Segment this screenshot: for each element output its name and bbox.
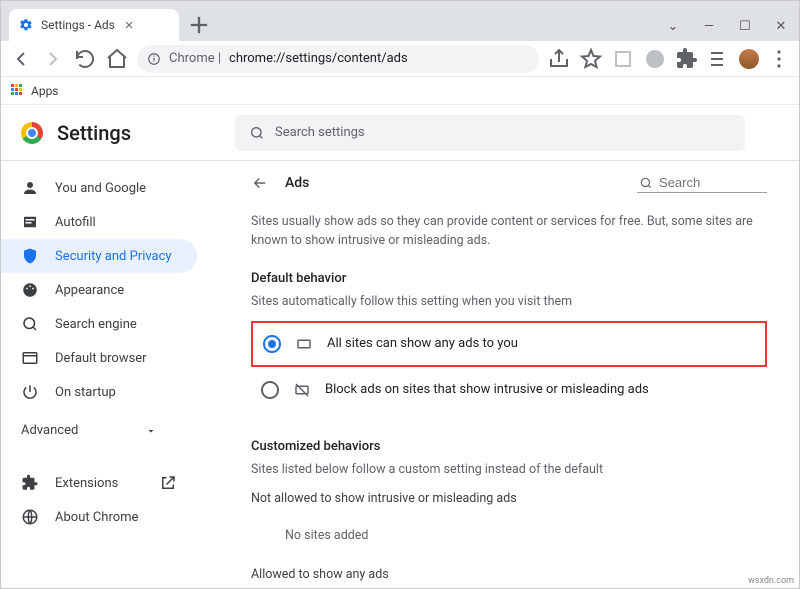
sidebar-item-label: Security and Privacy xyxy=(55,249,172,264)
close-tab-icon[interactable] xyxy=(123,19,135,31)
sidebar-item-search-engine[interactable]: Search engine xyxy=(1,307,197,341)
sidebar-item-about[interactable]: About Chrome xyxy=(1,500,197,534)
home-button[interactable] xyxy=(105,47,129,71)
site-info-icon[interactable] xyxy=(147,52,161,66)
content-header: Ads xyxy=(251,173,767,193)
radio-allow-label: All sites can show any ads to you xyxy=(327,336,518,351)
content-back-button[interactable] xyxy=(251,174,269,192)
sidebar: You and Google Autofill Security and Pri… xyxy=(1,161,219,588)
browser-icon xyxy=(21,349,39,367)
palette-icon xyxy=(21,281,39,299)
highlight-box: All sites can show any ads to you xyxy=(251,321,767,367)
extensions-icon[interactable] xyxy=(675,47,699,71)
default-behavior-subtext: Sites automatically follow this setting … xyxy=(251,294,767,309)
minimize-button[interactable]: — xyxy=(691,19,727,34)
sidebar-item-you-and-google[interactable]: You and Google xyxy=(1,171,197,205)
chevron-down-icon xyxy=(145,425,157,437)
window-controls: ⌄ — ☐ ✕ xyxy=(655,11,799,41)
no-sites-text: No sites added xyxy=(251,518,767,553)
titlebar: Settings - Ads ⌄ — ☐ ✕ xyxy=(1,1,799,41)
search-icon xyxy=(21,315,39,333)
watermark: wsxdn.com xyxy=(746,576,796,586)
caret-icon[interactable]: ⌄ xyxy=(655,19,691,34)
browser-tab[interactable]: Settings - Ads xyxy=(9,9,179,41)
custom-behaviors-heading: Customized behaviors xyxy=(251,439,767,454)
tab-title: Settings - Ads xyxy=(41,18,115,32)
square-icon[interactable] xyxy=(611,47,635,71)
allowed-heading: Allowed to show any ads xyxy=(251,567,767,582)
ads-icon xyxy=(295,335,313,353)
radio-block-ads[interactable]: Block ads on sites that show intrusive o… xyxy=(251,369,767,411)
shield-icon xyxy=(21,247,39,265)
sidebar-item-label: Search engine xyxy=(55,317,137,332)
sidebar-item-appearance[interactable]: Appearance xyxy=(1,273,197,307)
radio-icon xyxy=(263,335,281,353)
open-external-icon xyxy=(159,474,177,492)
chrome-logo-icon xyxy=(21,122,43,144)
profile-avatar[interactable] xyxy=(739,49,759,69)
custom-behaviors-subtext: Sites listed below follow a custom setti… xyxy=(251,462,767,477)
default-behavior-heading: Default behavior xyxy=(251,271,767,286)
advanced-label: Advanced xyxy=(21,423,78,438)
content-search[interactable] xyxy=(637,173,767,193)
back-button[interactable] xyxy=(9,47,33,71)
content-search-input[interactable] xyxy=(659,175,749,190)
power-icon xyxy=(21,383,39,401)
reading-list-icon[interactable] xyxy=(707,47,731,71)
sidebar-advanced[interactable]: Advanced xyxy=(1,409,177,452)
radio-icon xyxy=(261,381,279,399)
autofill-icon xyxy=(21,213,39,231)
new-tab-button[interactable] xyxy=(185,11,213,39)
browser-toolbar: Chrome | chrome://settings/content/ads xyxy=(1,41,799,77)
search-icon xyxy=(639,176,653,190)
sidebar-item-label: Extensions xyxy=(55,476,118,491)
bookmarks-bar: Apps xyxy=(1,77,799,105)
extensions-icon xyxy=(21,474,39,492)
sidebar-item-autofill[interactable]: Autofill xyxy=(1,205,197,239)
sidebar-item-security-privacy[interactable]: Security and Privacy xyxy=(1,239,197,273)
search-icon xyxy=(249,125,265,141)
star-icon[interactable] xyxy=(579,47,603,71)
share-icon[interactable] xyxy=(547,47,571,71)
gear-icon xyxy=(19,18,33,32)
settings-search-placeholder: Search settings xyxy=(275,125,365,140)
apps-icon[interactable] xyxy=(11,84,25,98)
settings-header: Settings Search settings xyxy=(1,105,799,161)
extension-k-icon[interactable] xyxy=(643,47,667,71)
radio-block-label: Block ads on sites that show intrusive o… xyxy=(325,382,649,397)
not-allowed-heading: Not allowed to show intrusive or mislead… xyxy=(251,491,767,506)
sidebar-item-label: Autofill xyxy=(55,215,96,230)
sidebar-item-on-startup[interactable]: On startup xyxy=(1,375,197,409)
sidebar-item-extensions[interactable]: Extensions xyxy=(1,466,197,500)
sidebar-item-label: Default browser xyxy=(55,351,147,366)
menu-icon[interactable] xyxy=(767,47,791,71)
sidebar-item-label: You and Google xyxy=(55,181,146,196)
person-icon xyxy=(21,179,39,197)
address-bar[interactable]: Chrome | chrome://settings/content/ads xyxy=(137,45,539,73)
globe-icon xyxy=(21,508,39,526)
close-window-button[interactable]: ✕ xyxy=(763,19,799,34)
content-pane: Ads Sites usually show ads so they can p… xyxy=(219,161,799,588)
sidebar-item-label: On startup xyxy=(55,385,116,400)
apps-label[interactable]: Apps xyxy=(31,84,59,98)
omnibox-prefix: Chrome | xyxy=(169,51,221,66)
page-title: Settings xyxy=(57,121,131,145)
maximize-button[interactable]: ☐ xyxy=(727,19,763,34)
reload-button[interactable] xyxy=(73,47,97,71)
settings-search[interactable]: Search settings xyxy=(235,115,745,151)
radio-allow-ads[interactable]: All sites can show any ads to you xyxy=(253,323,765,365)
sidebar-item-label: About Chrome xyxy=(55,510,138,525)
sidebar-item-label: Appearance xyxy=(55,283,124,298)
sidebar-item-default-browser[interactable]: Default browser xyxy=(1,341,197,375)
breadcrumb: Ads xyxy=(285,175,309,191)
description-text: Sites usually show ads so they can provi… xyxy=(251,213,767,251)
omnibox-url: chrome://settings/content/ads xyxy=(229,51,408,66)
block-ads-icon xyxy=(293,381,311,399)
forward-button[interactable] xyxy=(41,47,65,71)
